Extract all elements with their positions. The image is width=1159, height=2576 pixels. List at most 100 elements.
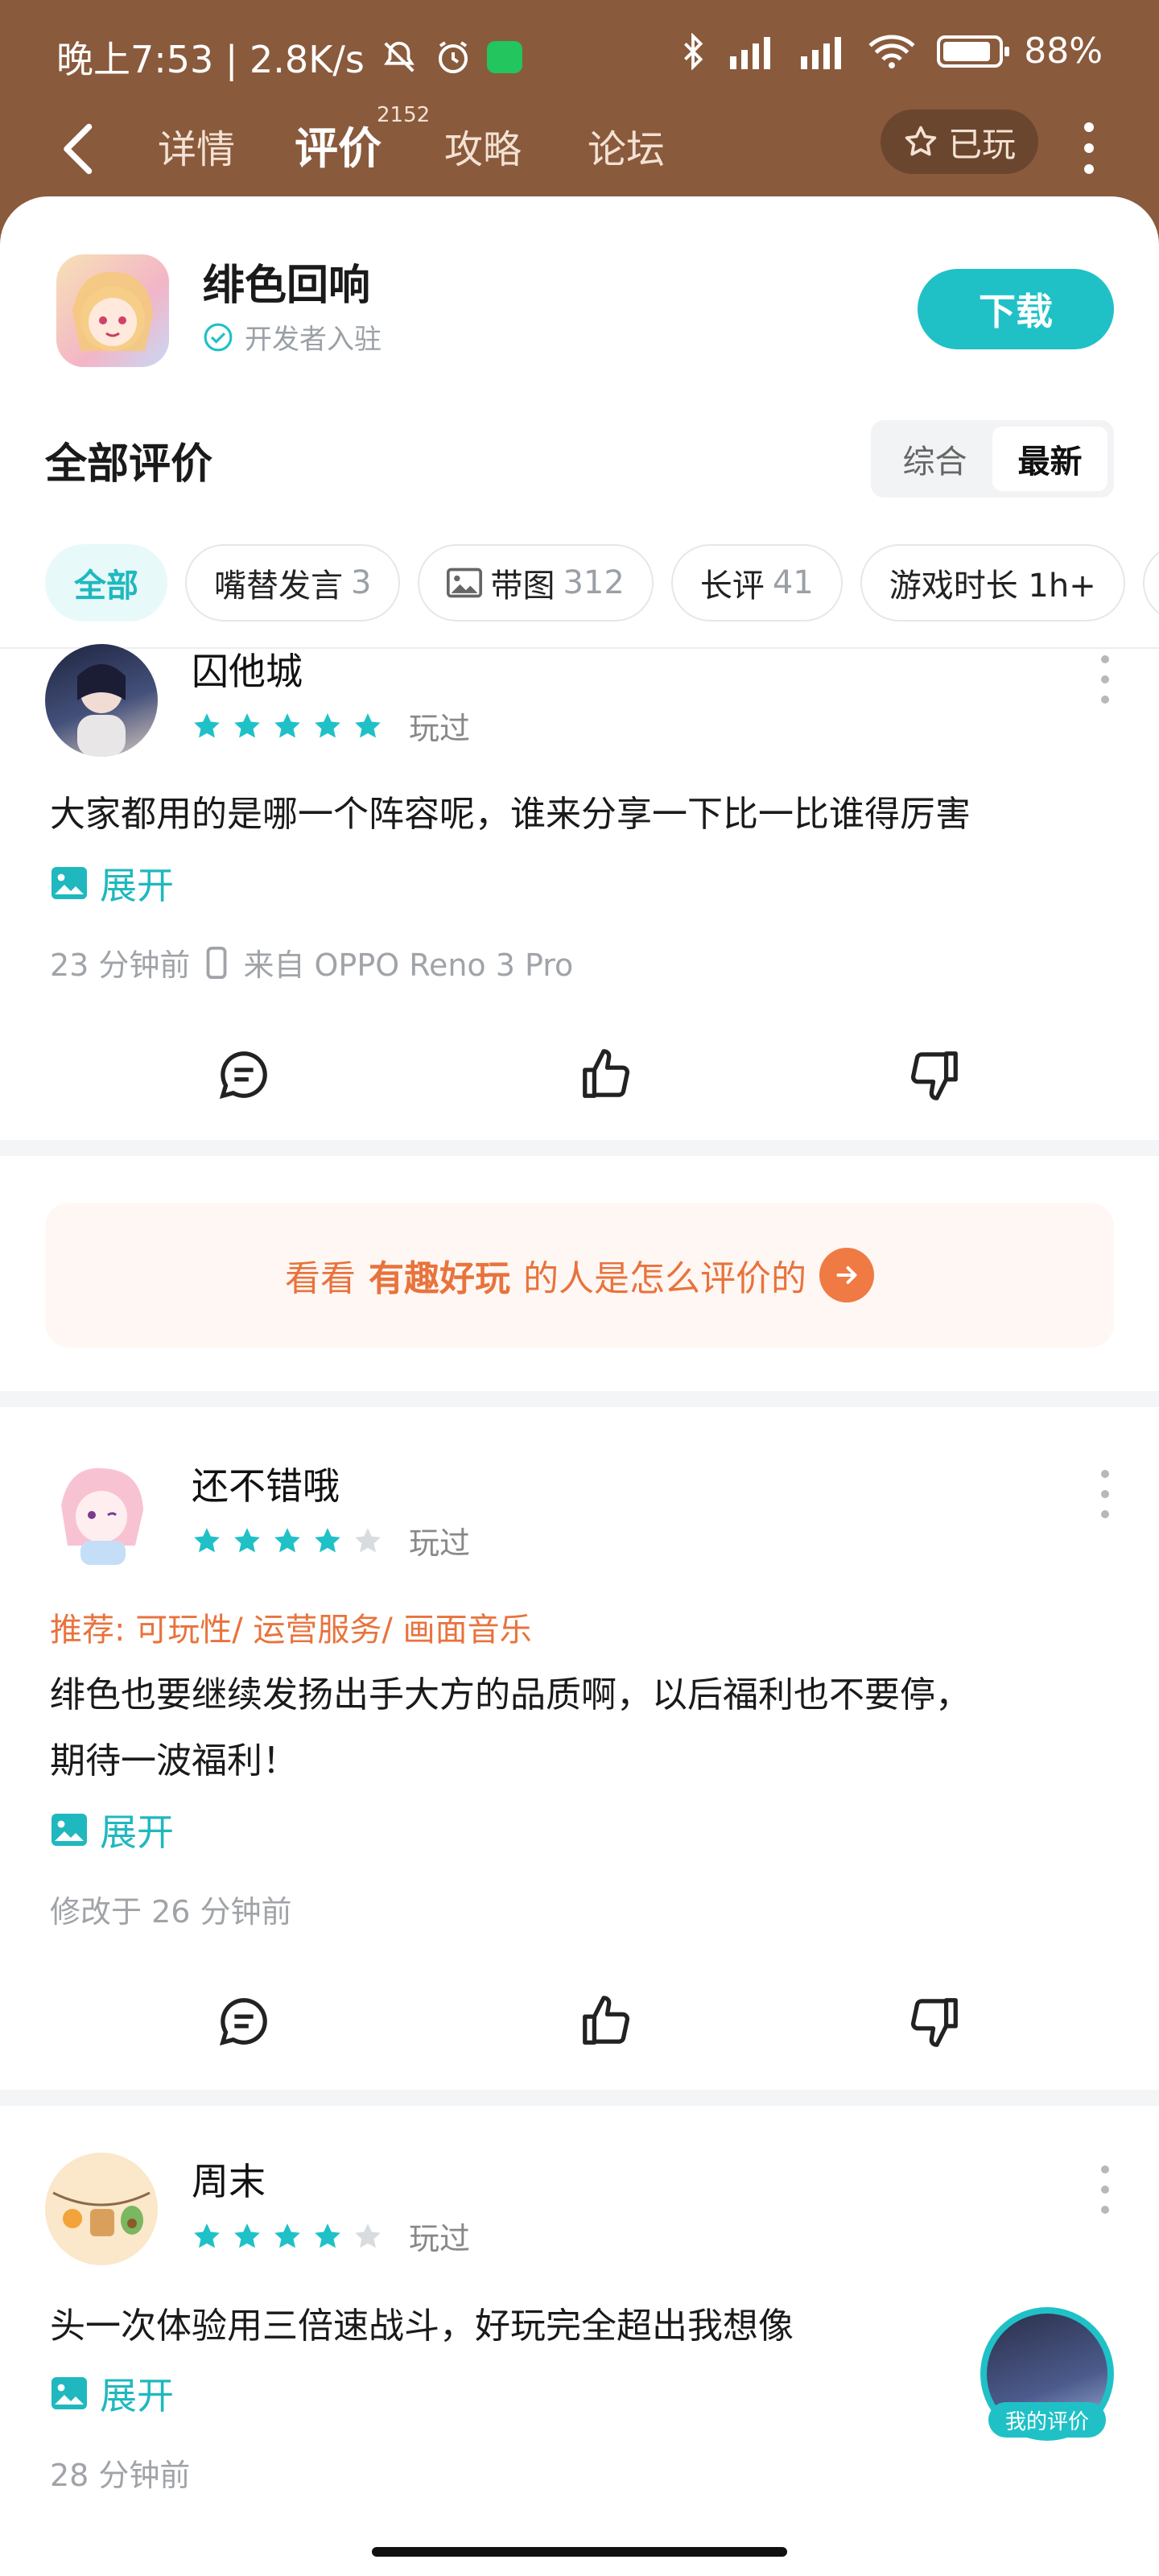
star-empty-icon (355, 1527, 381, 1552)
promo-post: 的人是怎么评价的 (523, 1258, 806, 1299)
star-icon (315, 2223, 340, 2248)
app-icon (56, 254, 169, 367)
review-username[interactable]: 周末 (192, 2153, 266, 2206)
played-status: 玩过 (409, 2221, 471, 2256)
developer-badge: 开发者入驻 (203, 317, 382, 357)
review-more-icon[interactable] (1099, 655, 1111, 704)
expand-button[interactable]: 展开 (50, 2367, 174, 2420)
section-separator (0, 1391, 1159, 1407)
expand-label: 展开 (100, 1810, 174, 1854)
wechat-icon (486, 41, 522, 73)
chip-label: 全部 (74, 568, 138, 605)
chip-count: 41 (772, 564, 814, 601)
chip-label: 嘴替发言 (214, 568, 343, 605)
comment-icon[interactable] (216, 1993, 272, 2050)
star-icon (194, 1527, 220, 1552)
rating-stars: 玩过 (192, 2214, 470, 2258)
avatar-image (77, 664, 126, 757)
review-time: 修改于 26 分钟前 (50, 1894, 292, 1930)
back-icon[interactable] (56, 121, 101, 177)
chip-label: 带图 (490, 568, 555, 605)
thumbs-up-icon[interactable] (578, 1993, 634, 2050)
star-icon (274, 712, 300, 737)
avatar[interactable] (45, 644, 158, 757)
chip-label: 长评 (699, 568, 765, 605)
review-text-line1: 绯色也要继续发扬出手大方的品质啊，以后福利也不要停， (50, 1674, 971, 1715)
thumbs-down-icon[interactable] (906, 1046, 963, 1103)
expand-button[interactable]: 展开 (50, 857, 174, 910)
my-review-label[interactable]: 我的评价 (988, 2402, 1106, 2438)
sort-latest[interactable]: 最新 (992, 427, 1107, 491)
star-icon (194, 712, 220, 737)
review-more-icon[interactable] (1099, 1470, 1111, 1518)
image-icon (447, 568, 483, 598)
chip-count: 3 (351, 564, 372, 601)
thumbs-down-icon[interactable] (906, 1993, 963, 2050)
review-recommend: 推荐: 可玩性/ 运营服务/ 画面音乐 (50, 1612, 532, 1649)
filter-chip-with-image[interactable]: 带图 312 (418, 544, 654, 621)
review-time: 23 分钟前 (50, 947, 191, 983)
filter-chip-quotes[interactable]: 嘴替发言 3 (185, 544, 401, 621)
star-icon (234, 2223, 260, 2248)
mute-icon (383, 41, 415, 72)
signal-icon (730, 36, 771, 69)
review-text: 头一次体验用三倍速战斗，好玩完全超出我想像 (50, 2306, 794, 2347)
download-button[interactable]: 下载 (918, 269, 1114, 349)
reviews-count-badge: 2152 (377, 103, 431, 127)
arrow-right-icon (819, 1248, 874, 1302)
app-character-image (72, 271, 153, 351)
top-nav: 详情 评价 2152 攻略 论坛 已玩 (0, 103, 1159, 193)
review-username[interactable]: 还不错哦 (192, 1457, 340, 1510)
review-time: 28 分钟前 (50, 2458, 191, 2493)
star-icon (234, 712, 260, 737)
status-right: 88% (681, 31, 1103, 72)
status-left: 晚上7:53 | 2.8K/s (56, 31, 522, 84)
star-icon (355, 712, 381, 737)
battery-icon (937, 35, 1010, 68)
tab-forum[interactable]: 论坛 (588, 118, 665, 174)
sort-overall[interactable]: 综合 (877, 427, 992, 491)
star-outline-icon (905, 126, 937, 156)
home-indicator[interactable] (372, 2547, 787, 2557)
star-icon (315, 712, 340, 737)
developer-label: 开发者入驻 (245, 324, 382, 356)
played-label: 已玩 (947, 124, 1016, 164)
review-device: 来自 OPPO Reno 3 Pro (243, 947, 574, 983)
tab-details[interactable]: 详情 (158, 118, 235, 174)
chip-count: 312 (563, 564, 625, 601)
filter-chip-good[interactable]: 好 (1142, 544, 1159, 621)
thumbs-up-icon[interactable] (578, 1046, 634, 1103)
filter-chip-all[interactable]: 全部 (45, 544, 167, 621)
filter-chip-long[interactable]: 长评 41 (670, 544, 843, 621)
star-empty-icon (355, 2223, 381, 2248)
tab-reviews[interactable]: 评价 (295, 113, 382, 176)
review-text: 大家都用的是哪一个阵容呢，谁来分享一下比一比谁得厉害 (50, 794, 971, 835)
promo-banner[interactable]: 看看 有趣好玩 的人是怎么评价的 (45, 1203, 1114, 1348)
avatar[interactable] (45, 1457, 158, 1570)
filter-chip-playtime[interactable]: 游戏时长 1h+ (860, 544, 1125, 621)
filter-chips: 全部 嘴替发言 3 带图 312 长评 41 游戏时长 1h+ 好 (45, 544, 1159, 621)
expand-button[interactable]: 展开 (50, 1803, 174, 1856)
reviews-title: 全部评价 (45, 440, 213, 489)
played-status: 玩过 (409, 1525, 471, 1561)
review-more-icon[interactable] (1099, 2165, 1111, 2214)
played-button[interactable]: 已玩 (880, 109, 1038, 174)
star-icon (194, 2223, 220, 2248)
tab-guides[interactable]: 攻略 (444, 118, 522, 174)
alarm-icon (438, 41, 468, 73)
star-icon (315, 1527, 340, 1552)
wifi-icon (868, 35, 915, 68)
sort-toggle: 综合 最新 (871, 420, 1114, 497)
status-time: 晚上7:53 | 2.8K/s (56, 38, 365, 81)
played-status: 玩过 (409, 711, 471, 746)
signal-icon-2 (801, 36, 842, 69)
more-menu-icon[interactable] (1083, 122, 1095, 174)
review-meta: 修改于 26 分钟前 (50, 1887, 292, 1931)
review-username[interactable]: 囚他城 (192, 642, 303, 696)
section-separator (0, 2090, 1159, 2106)
bluetooth-icon (684, 32, 703, 70)
rating-stars: 玩过 (192, 704, 470, 748)
expand-label: 展开 (100, 2374, 174, 2417)
comment-icon[interactable] (216, 1046, 272, 1103)
avatar[interactable] (45, 2153, 158, 2265)
